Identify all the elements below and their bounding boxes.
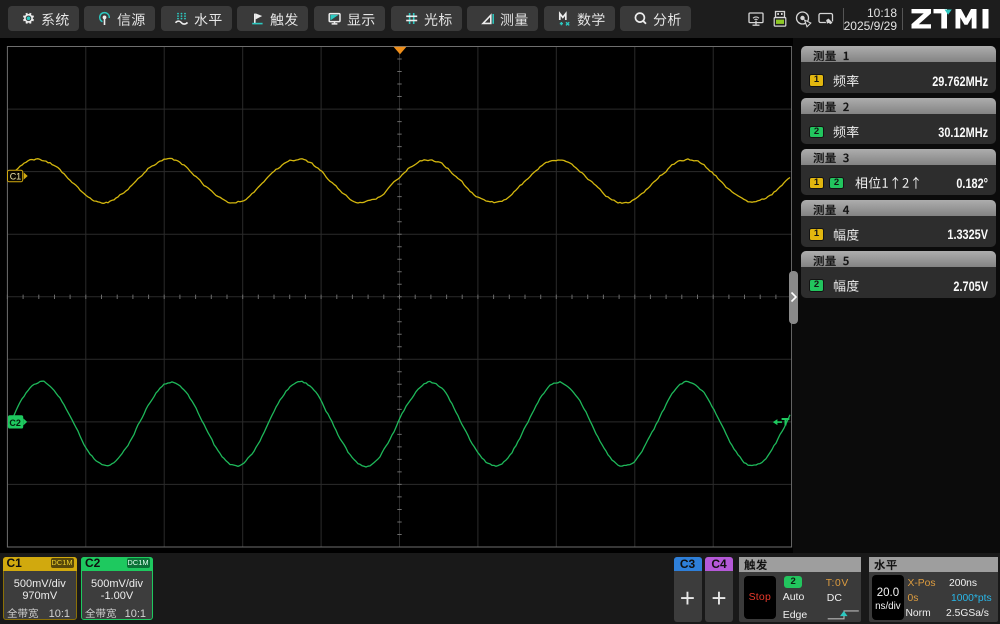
svg-text:C2: C2 <box>9 418 21 428</box>
svg-text:0.182°: 0.182° <box>956 176 988 192</box>
svg-text:1.3325V: 1.3325V <box>947 227 988 243</box>
svg-text:29.762MHz: 29.762MHz <box>932 73 988 89</box>
svg-text:2.705V: 2.705V <box>953 278 988 294</box>
svg-text:30.12MHz: 30.12MHz <box>938 125 988 141</box>
svg-text:C1: C1 <box>10 172 22 182</box>
